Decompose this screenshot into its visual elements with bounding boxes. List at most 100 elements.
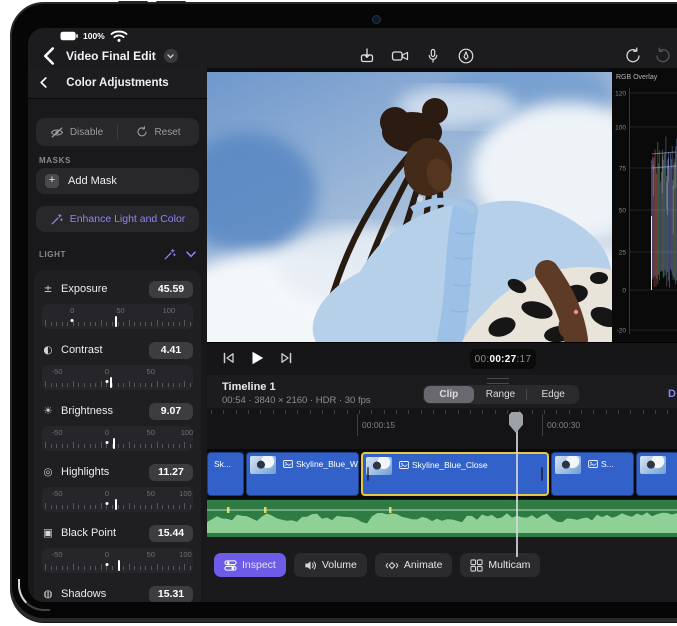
tick-label: -50	[52, 489, 63, 498]
tool-label: Inspect	[242, 559, 276, 571]
tick-label: 100	[181, 428, 193, 437]
front-camera	[372, 15, 381, 24]
project-menu-button[interactable]	[164, 49, 178, 63]
inspect-button[interactable]: Inspect	[214, 553, 286, 577]
svg-text:25: 25	[619, 250, 627, 257]
slider-track-black-point[interactable]: -50050100	[42, 548, 193, 573]
slider-track-brightness[interactable]: -50050100	[42, 426, 193, 451]
tick-label: 50	[147, 489, 155, 498]
slider-name: Contrast	[61, 344, 142, 356]
clip-thumbnail	[555, 456, 581, 474]
svg-text:75: 75	[619, 166, 627, 173]
value-marker[interactable]	[118, 560, 120, 571]
mic-icon[interactable]	[424, 47, 442, 65]
skip-back-icon[interactable]	[223, 352, 234, 364]
clip-sk-[interactable]: Sk...	[207, 452, 244, 496]
pencil-tool-icon[interactable]	[457, 47, 475, 65]
transport-bar: 00:00:27:17	[207, 342, 677, 375]
add-mask-label: Add Mask	[68, 175, 117, 187]
trim-handle-left[interactable]	[367, 467, 369, 481]
volume-button	[156, 1, 186, 4]
brightness-icon: ☀	[42, 405, 54, 417]
battery-percent: 100%	[83, 31, 105, 41]
slider-track-highlights[interactable]: -50 0 50 100	[42, 487, 193, 512]
disable-button[interactable]: Disable	[36, 127, 117, 138]
exposure-icon: ±	[42, 283, 54, 295]
zero-dot	[105, 502, 108, 505]
ipad-device: 100% Video Final Edit	[10, 2, 677, 620]
clip-thumbnail	[366, 457, 392, 475]
volume-button[interactable]: Volume	[294, 553, 367, 577]
timeline-header: Timeline 1 00:54 · 3840 × 2160 · HDR · 3…	[207, 375, 677, 408]
timeline-ruler[interactable]: 00:00:1500:00:30	[207, 408, 677, 449]
value-marker[interactable]	[110, 377, 112, 388]
playhead-line	[516, 415, 518, 557]
add-mask-button[interactable]: + Add Mask	[36, 168, 199, 194]
main-area: RGB Overlay1201007550250-20	[207, 68, 677, 602]
value-marker[interactable]	[115, 316, 117, 327]
value-marker[interactable]	[115, 499, 117, 510]
clip-skyline-blue-close[interactable]: Skyline_Blue_Close	[361, 452, 549, 496]
slider-value-black-point[interactable]: 15.44	[149, 525, 193, 542]
undo-icon[interactable]	[624, 47, 642, 65]
timecode-hours: 00:	[475, 354, 490, 365]
tick-label: 0	[70, 306, 74, 315]
slider-track-exposure[interactable]: 050100	[42, 304, 193, 329]
clip-partial[interactable]	[636, 452, 677, 496]
tick-label: 100	[179, 550, 192, 559]
timeline-toolbar: Inspect Volume Animate Multicam	[214, 553, 540, 577]
svg-text:0: 0	[622, 288, 626, 295]
magic-wand-icon[interactable]	[163, 248, 176, 261]
light-section-label: LIGHT	[39, 250, 66, 259]
back-chevron-icon[interactable]	[40, 47, 58, 65]
status-bar: 100%	[28, 28, 677, 44]
video-preview[interactable]	[207, 68, 612, 342]
panel-drag-handle[interactable]	[487, 378, 509, 384]
play-button[interactable]	[251, 351, 264, 365]
import-icon[interactable]	[358, 47, 376, 65]
ruler-timestamp: 00:00:15	[357, 408, 395, 436]
panel-header: Color Adjustments	[28, 68, 207, 99]
chevron-down-icon	[167, 54, 174, 59]
slider-value-exposure[interactable]: 45.59	[149, 281, 193, 298]
slider-value-shadows[interactable]: 15.31	[149, 586, 193, 603]
chevron-down-icon[interactable]	[186, 251, 196, 258]
light-sliders-card: ±Exposure45.59050100◐Contrast4.41-50050☀…	[34, 270, 201, 602]
clip-skyline-blue-wide[interactable]: Skyline_Blue_Wide	[246, 452, 359, 496]
mode-clip[interactable]: Clip	[424, 386, 474, 403]
tick-label: -50	[52, 428, 63, 437]
mode-range[interactable]: Range	[476, 386, 526, 403]
color-adjustments-panel: Color Adjustments Disable	[28, 68, 207, 602]
edge-button-fragment[interactable]: D	[668, 388, 676, 400]
disable-reset-group: Disable Reset	[36, 118, 199, 146]
value-marker[interactable]	[113, 438, 115, 449]
panel-back-icon[interactable]	[40, 77, 47, 88]
tick-label: 50	[147, 367, 155, 376]
animate-button[interactable]: Animate	[375, 553, 453, 577]
enhance-light-color-button[interactable]: Enhance Light and Color	[36, 206, 199, 232]
tick-label: 100	[179, 489, 192, 498]
svg-text:120: 120	[615, 91, 626, 98]
slider-value-highlights[interactable]: 11.27	[149, 464, 193, 481]
volume-icon	[304, 559, 317, 572]
tick-label: 0	[105, 489, 109, 498]
reset-button[interactable]: Reset	[118, 126, 199, 138]
slider-track-contrast[interactable]: -50050	[42, 365, 193, 390]
tick-label: 50	[147, 428, 155, 437]
trim-handle-right[interactable]	[541, 467, 543, 481]
slider-value-brightness[interactable]: 9.07	[149, 403, 193, 420]
skip-forward-icon[interactable]	[281, 352, 292, 364]
clip-s-[interactable]: S...	[551, 452, 634, 496]
camera-icon[interactable]	[391, 47, 409, 65]
tool-label: Volume	[322, 559, 357, 571]
tick-label: 100	[163, 306, 176, 315]
masks-section-label: MASKS	[39, 156, 71, 165]
light-section-header[interactable]: LIGHT	[39, 248, 196, 261]
mode-edge[interactable]: Edge	[528, 386, 578, 403]
audio-track[interactable]	[207, 500, 677, 537]
multicam-button[interactable]: Multicam	[460, 553, 540, 577]
slider-black-point: ▣Black Point15.44-50050100	[42, 523, 193, 581]
rgb-overlay-scope: RGB Overlay1201007550250-20	[612, 68, 677, 342]
tool-label: Animate	[404, 559, 443, 571]
slider-value-contrast[interactable]: 4.41	[149, 342, 193, 359]
